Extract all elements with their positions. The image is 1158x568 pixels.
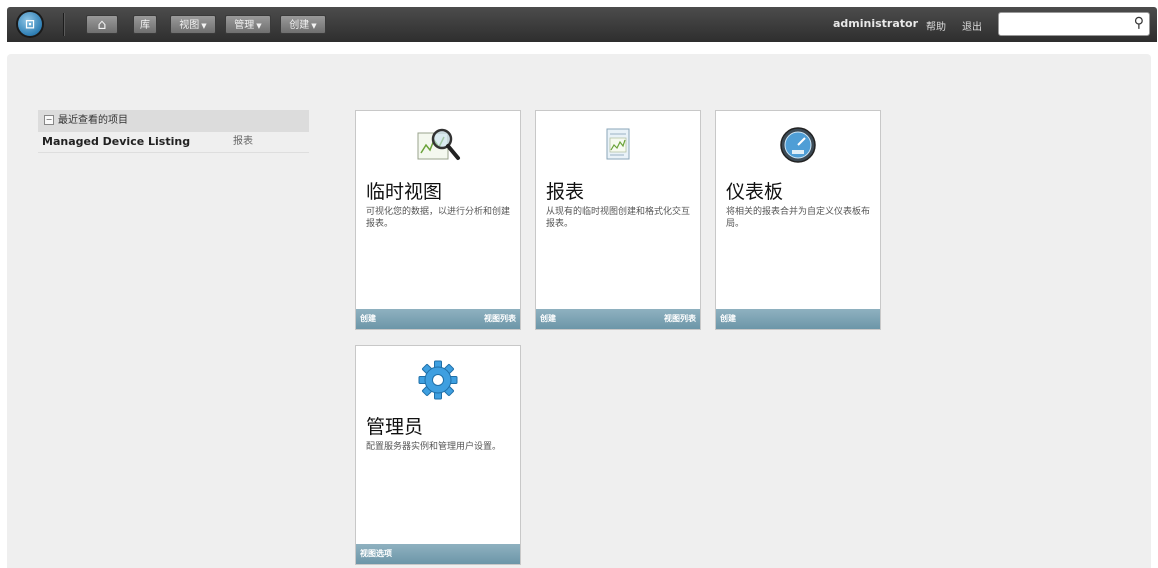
toolbar-separator [63, 13, 64, 36]
search-input[interactable] [1002, 14, 1131, 36]
content-frame: − 最近查看的项目 Managed Device Listing 报表 临时视图 … [7, 54, 1151, 568]
home-button[interactable]: ⌂ [86, 15, 118, 34]
card-footer: 创建 视图列表 [356, 309, 520, 329]
chevron-down-icon: ▼ [201, 22, 207, 30]
app-logo-icon[interactable]: ⊡ [18, 12, 42, 36]
card-footer: 创建 [716, 309, 880, 329]
card-title: 仪表板 [726, 181, 784, 203]
recent-item-name[interactable]: Managed Device Listing [42, 132, 190, 152]
chevron-down-icon: ▼ [256, 22, 262, 30]
user-name-link[interactable]: administrator [833, 17, 918, 30]
dashboard-gauge-icon [774, 123, 822, 167]
search-box: ⚲ [998, 12, 1150, 36]
adhoc-view-list-link[interactable]: 视图列表 [484, 309, 516, 329]
card-report: 报表 从现有的临时视图创建和格式化交互报表。 创建 视图列表 [535, 110, 701, 330]
view-options-link[interactable]: 视图选项 [360, 544, 392, 564]
help-link[interactable]: 帮助 [926, 18, 946, 33]
search-icon[interactable]: ⚲ [1134, 15, 1144, 31]
logout-link[interactable]: 退出 [962, 18, 982, 33]
library-button[interactable]: 库 [133, 15, 157, 34]
card-description: 从现有的临时视图创建和格式化交互报表。 [546, 207, 691, 229]
collapse-icon[interactable]: − [44, 115, 54, 125]
card-footer: 创建 视图列表 [536, 309, 700, 329]
create-menu-button[interactable]: 创建 ▼ [280, 15, 326, 34]
chevron-down-icon: ▼ [311, 22, 317, 30]
recent-items-title: 最近查看的项目 [58, 115, 128, 126]
card-footer: 视图选项 [356, 544, 520, 564]
recent-items-header: − 最近查看的项目 [38, 110, 309, 132]
view-menu-button[interactable]: 视图 ▼ [170, 15, 216, 34]
manage-menu-label: 管理 [234, 20, 255, 31]
recent-item-type: 报表 [233, 136, 253, 147]
create-report-link[interactable]: 创建 [540, 309, 556, 329]
manage-menu-button[interactable]: 管理 ▼ [225, 15, 271, 34]
card-description: 可视化您的数据，以进行分析和创建报表。 [366, 207, 511, 229]
home-icon: ⌂ [97, 17, 107, 33]
list-item[interactable]: Managed Device Listing 报表 [38, 132, 309, 153]
card-description: 配置服务器实例和管理用户设置。 [366, 442, 502, 452]
view-menu-label: 视图 [179, 20, 200, 31]
card-dashboard: 仪表板 将相关的报表合并为自定义仪表板布局。 创建 [715, 110, 881, 330]
create-dashboard-link[interactable]: 创建 [720, 309, 736, 329]
top-navigation-bar: ⊡ ⌂ 库 视图 ▼ 管理 ▼ 创建 ▼ administrator 帮助 退出 ⚲ [7, 7, 1157, 42]
gear-icon [414, 358, 462, 402]
card-administrator: 管理员 配置服务器实例和管理用户设置。 视图选项 [355, 345, 521, 565]
chart-magnifier-icon [414, 123, 462, 167]
card-title: 报表 [546, 181, 585, 203]
report-icon [594, 123, 642, 167]
report-view-list-link[interactable]: 视图列表 [664, 309, 696, 329]
create-adhoc-link[interactable]: 创建 [360, 309, 376, 329]
card-adhoc-view: 临时视图 可视化您的数据，以进行分析和创建报表。 创建 视图列表 [355, 110, 521, 330]
card-description: 将相关的报表合并为自定义仪表板布局。 [726, 207, 871, 229]
card-title: 临时视图 [366, 181, 443, 203]
create-menu-label: 创建 [289, 20, 310, 31]
card-title: 管理员 [366, 416, 424, 438]
